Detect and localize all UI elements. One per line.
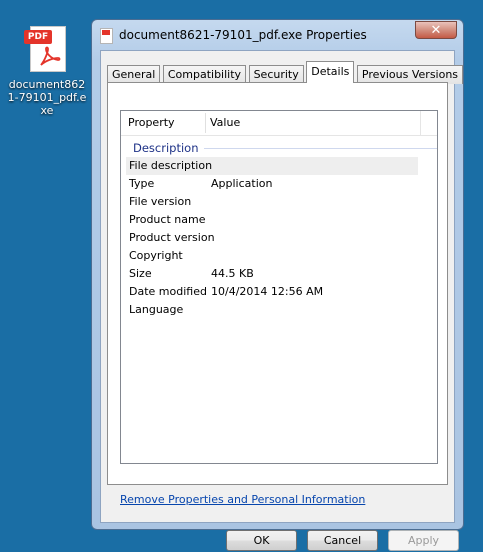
property-name: Product name bbox=[129, 213, 206, 226]
list-item[interactable]: Product version bbox=[126, 229, 418, 247]
desktop-icon-label: document8621-79101_pdf.exe bbox=[7, 78, 87, 117]
tab-strip: General Compatibility Security Details P… bbox=[107, 61, 464, 84]
list-header: Property Value bbox=[121, 111, 437, 136]
list-item[interactable]: Size 44.5 KB bbox=[126, 265, 418, 283]
group-divider bbox=[204, 148, 437, 149]
list-item[interactable]: Type Application bbox=[126, 175, 418, 193]
pdf-document-icon bbox=[100, 28, 113, 44]
column-header-property[interactable]: Property bbox=[128, 116, 175, 129]
property-value: Application bbox=[211, 177, 273, 190]
list-item[interactable]: Copyright bbox=[126, 247, 418, 265]
pdf-file-icon: PDF bbox=[24, 24, 70, 74]
title-bar[interactable]: document8621-79101_pdf.exe Properties ✕ bbox=[92, 20, 463, 50]
header-scroll-edge bbox=[420, 111, 437, 135]
property-name: Language bbox=[129, 303, 184, 316]
remove-properties-link[interactable]: Remove Properties and Personal Informati… bbox=[120, 493, 365, 506]
list-item[interactable]: Date modified 10/4/2014 12:56 AM bbox=[126, 283, 418, 301]
group-heading-description: Description bbox=[133, 141, 199, 155]
close-button[interactable]: ✕ bbox=[415, 21, 457, 39]
list-item[interactable]: Product name bbox=[126, 211, 418, 229]
property-value: 44.5 KB bbox=[211, 267, 254, 280]
property-name: Type bbox=[129, 177, 155, 190]
list-item[interactable]: File description bbox=[126, 157, 418, 175]
column-header-value[interactable]: Value bbox=[210, 116, 240, 129]
property-name: Size bbox=[129, 267, 152, 280]
property-name: Product version bbox=[129, 231, 215, 244]
ok-button[interactable]: OK bbox=[226, 530, 297, 551]
dialog-client-area: General Compatibility Security Details P… bbox=[100, 50, 464, 551]
property-name: Copyright bbox=[129, 249, 183, 262]
property-name: File version bbox=[129, 195, 192, 208]
list-item[interactable]: File version bbox=[126, 193, 418, 211]
property-name: File description bbox=[129, 159, 213, 172]
desktop-file-icon[interactable]: PDF document8621-79101_pdf.exe bbox=[6, 24, 88, 117]
acrobat-logo-icon bbox=[40, 46, 61, 66]
list-item[interactable]: Language bbox=[126, 301, 418, 319]
column-separator bbox=[205, 113, 206, 133]
details-list[interactable]: Property Value Description File descript… bbox=[120, 110, 438, 464]
tab-details[interactable]: Details bbox=[306, 61, 355, 83]
properties-window: document8621-79101_pdf.exe Properties ✕ … bbox=[91, 19, 464, 551]
pdf-badge: PDF bbox=[24, 30, 52, 44]
property-value: 10/4/2014 12:56 AM bbox=[211, 285, 324, 298]
property-name: Date modified bbox=[129, 285, 207, 298]
cancel-button[interactable]: Cancel bbox=[307, 530, 378, 551]
window-title: document8621-79101_pdf.exe Properties bbox=[119, 28, 367, 42]
apply-button[interactable]: Apply bbox=[388, 530, 459, 551]
